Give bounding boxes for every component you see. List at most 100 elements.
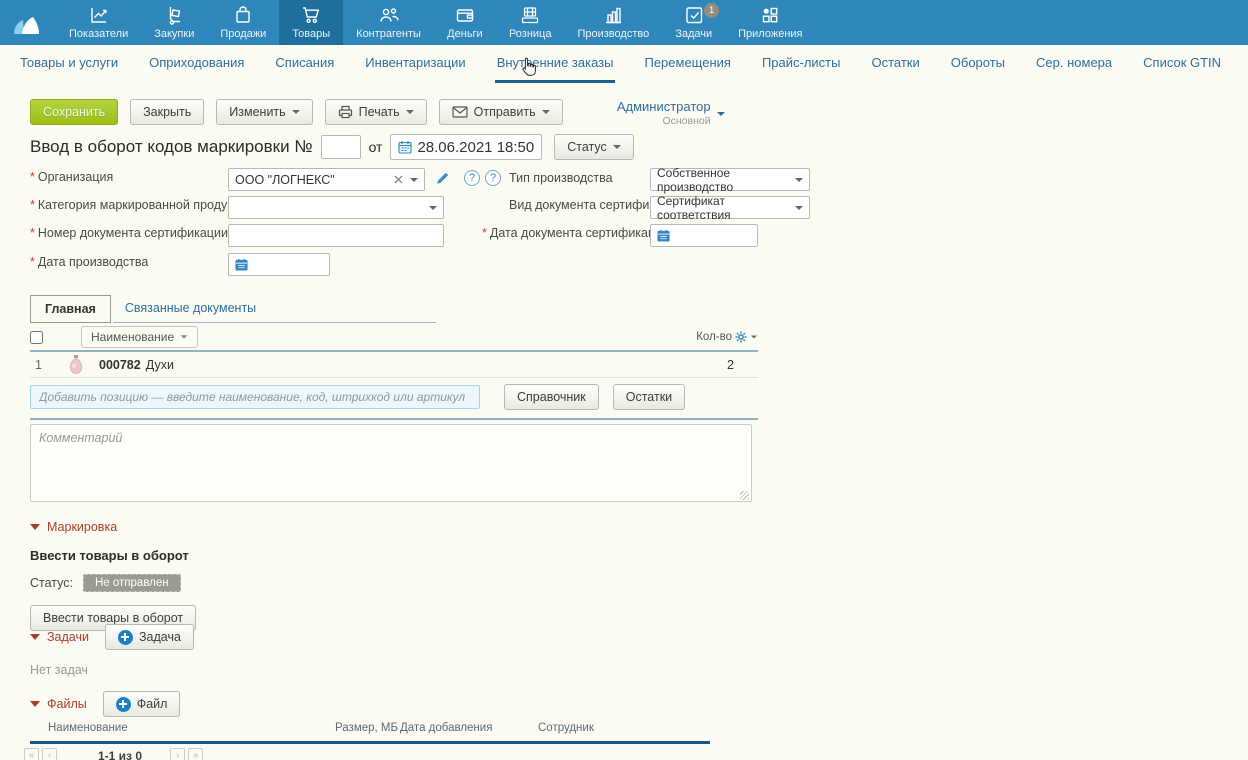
chevron-down-icon[interactable]: [429, 206, 437, 210]
nav-item-tovary[interactable]: Товары: [279, 0, 343, 45]
document-tabs: Главная Связанные документы: [30, 295, 436, 323]
tab-vnutrennie-zakazy[interactable]: Внутренние заказы: [495, 45, 616, 83]
close-button[interactable]: Закрыть: [130, 99, 204, 125]
files-col-date: Дата добавления: [400, 722, 492, 734]
nav-item-dengi[interactable]: Деньги: [434, 0, 496, 45]
nav-item-roznitsa[interactable]: Розница: [496, 0, 565, 45]
nav-label: Производство: [577, 28, 649, 40]
document-date-field[interactable]: 28.06.2021 18:50: [390, 134, 542, 160]
name-column-header[interactable]: Наименование: [81, 326, 198, 348]
organization-combobox[interactable]: ООО "ЛОГНЕКС": [228, 168, 425, 191]
marking-section-title: Маркировка: [47, 520, 117, 534]
cert-date-field[interactable]: [650, 224, 758, 247]
print-label: Печать: [359, 105, 400, 119]
cert-number-input[interactable]: [228, 224, 444, 247]
nav-item-zakupki[interactable]: Закупки: [141, 0, 207, 45]
nav-item-prodazhi[interactable]: Продажи: [207, 0, 279, 45]
calendar-icon: [657, 229, 670, 242]
printer-icon: [338, 105, 353, 119]
edit-label: Изменить: [229, 105, 285, 119]
qty-header-label: Кол-во: [696, 331, 732, 343]
help-icon[interactable]: ?: [485, 170, 501, 186]
prod-date-field[interactable]: [228, 253, 330, 276]
select-all-checkbox[interactable]: [30, 331, 43, 344]
edit-dropdown-button[interactable]: Изменить: [216, 99, 312, 125]
tab-tovary-i-uslugi[interactable]: Товары и услуги: [18, 45, 120, 83]
marking-section-toggle[interactable]: Маркировка: [30, 520, 196, 534]
product-code: 000782: [99, 358, 141, 372]
nav-label: Показатели: [69, 28, 128, 40]
table-row[interactable]: 1 000782 Духи 2: [30, 352, 758, 378]
handtruck-icon: [163, 3, 185, 27]
gear-icon[interactable]: [735, 331, 747, 343]
shopping-bag-icon: [232, 3, 254, 27]
clear-icon[interactable]: [394, 175, 403, 184]
document-number-input[interactable]: [321, 135, 361, 159]
nav-item-proizvodstvo[interactable]: Производство: [564, 0, 662, 45]
apps-grid-icon: [759, 3, 781, 27]
product-name: Духи: [146, 358, 174, 372]
resize-handle[interactable]: [740, 491, 749, 500]
chevron-down-icon[interactable]: [795, 206, 803, 210]
app-logo-icon[interactable]: [0, 0, 56, 45]
qty-column-header[interactable]: Кол-во: [696, 331, 758, 343]
comment-textarea[interactable]: [30, 424, 752, 502]
tab-prais-listy[interactable]: Прайс-листы: [760, 45, 843, 83]
tab-oprihodovaniya[interactable]: Оприходования: [147, 45, 246, 83]
add-task-button[interactable]: Задача: [105, 624, 194, 650]
tab-inventarizatsii[interactable]: Инвентаризации: [363, 45, 467, 83]
name-header-label: Наименование: [91, 330, 174, 344]
nav-item-pokazateli[interactable]: Показатели: [56, 0, 141, 45]
chevron-down-icon[interactable]: [795, 178, 803, 182]
tab-spisok-gtin[interactable]: Список GTIN: [1141, 45, 1223, 83]
document-toolbar: Сохранить Закрыть Изменить Печать Отправ…: [30, 99, 711, 127]
plus-icon: [116, 697, 131, 712]
send-dropdown-button[interactable]: Отправить: [439, 99, 563, 125]
tab-svyazannye-dokumenty[interactable]: Связанные документы: [113, 295, 436, 323]
tab-peremescheniya[interactable]: Перемещения: [642, 45, 732, 83]
wallet-icon: [454, 3, 476, 27]
catalog-button[interactable]: Справочник: [504, 384, 599, 410]
nav-item-prilozheniya[interactable]: Приложения: [725, 0, 815, 45]
bar-chart-icon: [602, 3, 624, 27]
chevron-down-icon[interactable]: [410, 178, 418, 182]
help-icon[interactable]: ?: [464, 170, 480, 186]
marking-section: Маркировка Ввести товары в оборот Статус…: [30, 520, 196, 631]
pagination-label: 1-1 из 0: [78, 749, 162, 760]
tasks-section-toggle[interactable]: Задачи: [30, 630, 89, 644]
add-file-button[interactable]: Файл: [103, 691, 181, 717]
chevron-down-icon: [717, 112, 725, 116]
chevron-down-icon: [613, 145, 621, 149]
prev-page-button[interactable]: ‹: [42, 748, 57, 760]
product-qty: 2: [727, 358, 734, 372]
first-page-button[interactable]: «: [24, 748, 39, 760]
cash-register-icon: [519, 3, 541, 27]
cert-kind-select[interactable]: Сертификат соответствия: [650, 196, 810, 219]
edit-pencil-icon[interactable]: [435, 171, 450, 186]
category-combobox[interactable]: [228, 196, 444, 219]
files-section-toggle[interactable]: Файлы: [30, 697, 87, 711]
tab-spisaniya[interactable]: Списания: [273, 45, 336, 83]
files-table-header: Наименование Размер, МБ Дата добавления …: [30, 722, 720, 739]
nav-item-zadachi[interactable]: Задачи 1: [662, 0, 725, 45]
nav-item-kontragenty[interactable]: Контрагенты: [343, 0, 434, 45]
positions-header-row: Наименование Кол-во: [30, 326, 758, 352]
print-dropdown-button[interactable]: Печать: [325, 99, 427, 125]
next-page-button[interactable]: ›: [170, 748, 185, 760]
nav-label: Розница: [509, 28, 552, 40]
files-col-size: Размер, МБ: [335, 722, 398, 734]
nav-label: Товары: [292, 28, 330, 40]
tab-ser-nomera[interactable]: Сер. номера: [1034, 45, 1114, 83]
tab-glavnaya[interactable]: Главная: [30, 295, 111, 323]
prod-type-select[interactable]: Собственное производство: [650, 168, 810, 191]
tab-oboroty[interactable]: Обороты: [949, 45, 1007, 83]
save-button[interactable]: Сохранить: [30, 99, 118, 125]
organization-value: ООО "ЛОГНЕКС": [235, 173, 394, 187]
tab-ostatki[interactable]: Остатки: [869, 45, 921, 83]
status-dropdown-button[interactable]: Статус: [554, 134, 634, 160]
user-menu[interactable]: Администратор Основной: [611, 99, 711, 127]
status-label: Статус: [567, 140, 607, 154]
add-position-input[interactable]: [30, 385, 480, 409]
last-page-button[interactable]: »: [188, 748, 203, 760]
stock-button[interactable]: Остатки: [613, 384, 685, 410]
